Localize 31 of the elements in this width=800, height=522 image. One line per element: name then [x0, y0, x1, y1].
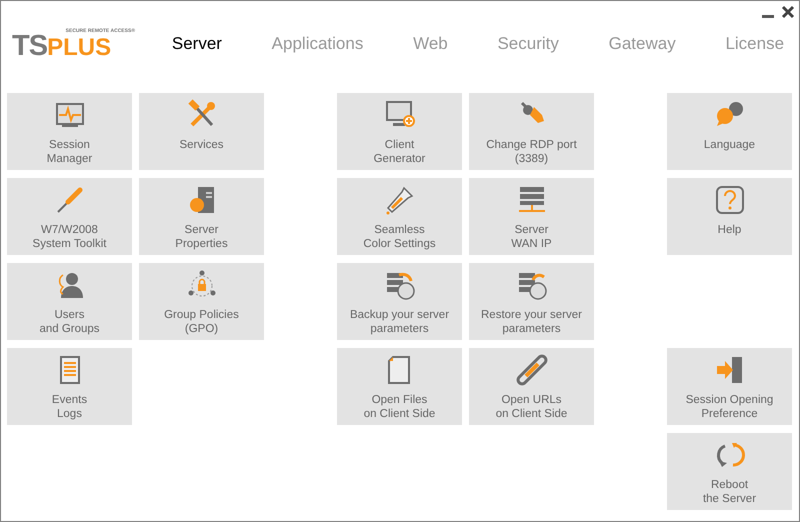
logo-text: TS	[12, 34, 48, 58]
tool-tile[interactable]: Backup your server parameters	[337, 263, 462, 340]
tool-tile[interactable]: Server WAN IP	[469, 178, 594, 255]
tool-tile[interactable]: Server Properties	[139, 178, 264, 255]
tool-tile[interactable]: Client Generator	[337, 93, 462, 170]
tool-tile[interactable]: Seamless Color Settings	[337, 178, 462, 255]
tool-tile[interactable]: Reboot the Server	[667, 433, 792, 510]
tool-tile[interactable]: Session Opening Preference	[667, 348, 792, 425]
tool-tile[interactable]: Open URLs on Client Side	[469, 348, 594, 425]
tab[interactable]: License	[725, 31, 784, 57]
tool-tile[interactable]: Open Files on Client Side	[337, 348, 462, 425]
link-icon	[516, 354, 548, 386]
dropper-icon	[384, 184, 416, 216]
tool-tile[interactable]: Group Policies (GPO)	[139, 263, 264, 340]
tool-tile[interactable]: Language	[667, 93, 792, 170]
tool-tile[interactable]: W7/W2008 System Toolkit	[7, 178, 132, 255]
logo-accent-text: PLUS	[47, 36, 112, 60]
tool-tile[interactable]: Help	[667, 178, 792, 255]
tool-tile[interactable]: Session Manager	[7, 93, 132, 170]
help-icon	[714, 184, 746, 216]
tool-tile[interactable]: Users and Groups	[7, 263, 132, 340]
tab[interactable]: Security	[497, 31, 559, 57]
tab[interactable]: Applications	[272, 31, 364, 57]
close-icon[interactable]	[781, 5, 795, 19]
tab[interactable]: Web	[413, 31, 448, 57]
tool-tile[interactable]: Services	[139, 93, 264, 170]
tool-tile[interactable]: Restore your server parameters	[469, 263, 594, 340]
tab[interactable]: Server	[172, 31, 222, 57]
tool-tile[interactable]: Change RDP port (3389)	[469, 93, 594, 170]
tool-tile[interactable]: Events Logs	[7, 348, 132, 425]
tab[interactable]: Gateway	[608, 31, 676, 57]
